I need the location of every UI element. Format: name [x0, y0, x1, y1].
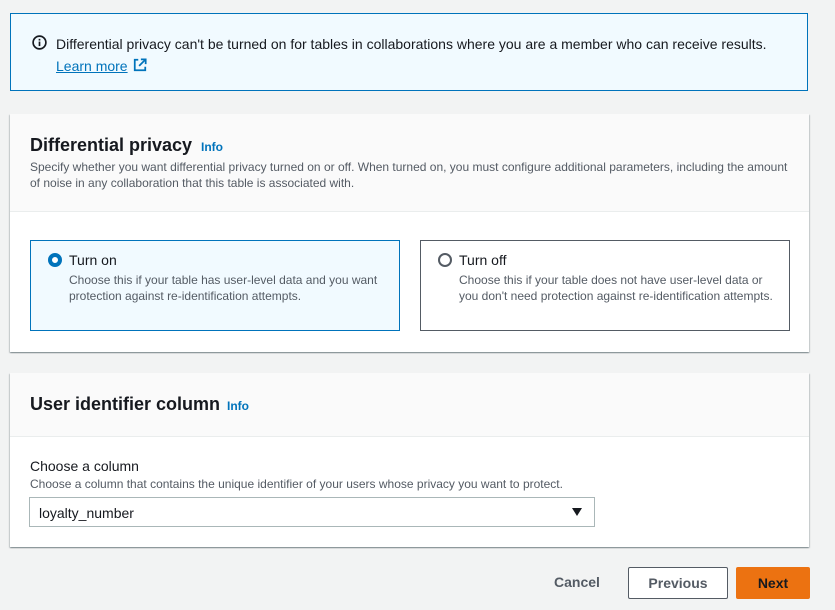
turn-on-radio[interactable] — [48, 253, 62, 267]
differential-privacy-info-link[interactable]: Info — [201, 140, 223, 154]
alert-message: Differential privacy can't be turned on … — [56, 36, 767, 52]
cancel-button[interactable]: Cancel — [540, 567, 614, 599]
turn-on-label: Turn on — [69, 252, 117, 268]
turn-on-option[interactable]: Turn on Choose this if your table has us… — [30, 240, 400, 331]
differential-privacy-header: Differential privacy Info Specify whethe… — [10, 114, 809, 212]
caret-down-icon — [572, 508, 582, 516]
differential-privacy-panel: Differential privacy Info Specify whethe… — [10, 114, 809, 352]
column-select-value: loyalty_number — [39, 505, 134, 521]
next-button[interactable]: Next — [736, 567, 810, 599]
differential-privacy-description: Specify whether you want differential pr… — [30, 160, 788, 190]
choose-column-description: Choose a column that contains the unique… — [30, 477, 563, 491]
turn-on-description: Choose this if your table has user-level… — [69, 273, 378, 303]
external-link-icon[interactable] — [133, 58, 147, 72]
differential-privacy-title: Differential privacy — [30, 135, 193, 155]
user-identifier-info-link[interactable]: Info — [227, 399, 249, 413]
turn-off-description: Choose this if your table does not have … — [459, 273, 773, 303]
learn-more-link[interactable]: Learn more — [56, 57, 128, 75]
choose-column-label: Choose a column — [30, 458, 139, 474]
turn-off-option[interactable]: Turn off Choose this if your table does … — [420, 240, 790, 331]
previous-button[interactable]: Previous — [628, 567, 728, 599]
turn-off-radio[interactable] — [438, 253, 452, 267]
user-identifier-panel: User identifier column Info Choose a col… — [10, 373, 809, 547]
info-circle-icon — [32, 35, 47, 50]
column-select[interactable]: loyalty_number — [29, 497, 595, 527]
user-identifier-title: User identifier column — [30, 394, 221, 414]
turn-off-label: Turn off — [459, 252, 507, 268]
info-alert: Differential privacy can't be turned on … — [10, 13, 808, 91]
user-identifier-header: User identifier column Info — [10, 373, 809, 437]
